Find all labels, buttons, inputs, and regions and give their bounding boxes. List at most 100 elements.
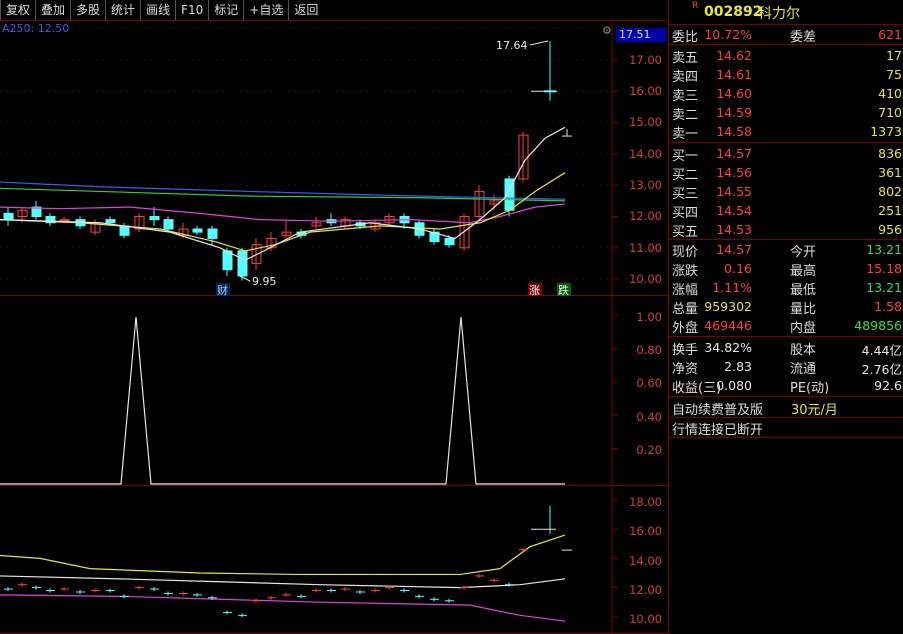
bid-row: 买三 14.55 802 (669, 182, 903, 202)
middle-band (0, 575, 566, 589)
stat-value: 1.11% (712, 280, 752, 295)
y-tick-label: 17.00 (629, 53, 662, 67)
stat-value: 15.18 (866, 261, 902, 276)
bid-label: 买五 (672, 225, 699, 240)
stat-value: 1.58 (874, 299, 902, 314)
stock-r-mark: R (692, 1, 699, 11)
bid-row: 买四 14.54 251 (669, 201, 903, 221)
stat-row: 涨幅 1.11% 最低 13.21 (669, 278, 903, 298)
stat-label: PE(动) (790, 381, 830, 396)
bid-volume: 836 (878, 146, 902, 161)
stock-code[interactable]: 002892 (704, 4, 762, 20)
upper-band (0, 534, 566, 576)
stock-name[interactable]: 科力尔 (758, 3, 800, 23)
stat2-row: 净资 2.83 流通 2.76亿 (669, 357, 903, 377)
toolbar-button-4[interactable]: 画线 (140, 0, 176, 20)
candle-body (207, 228, 218, 239)
ask-volume: 75 (886, 67, 902, 82)
finance-marker: 财 (217, 283, 228, 296)
stat-label: 外盘 (672, 321, 699, 336)
stat-value: 13.21 (866, 280, 902, 295)
ask-price: 14.61 (716, 67, 752, 82)
stat-label: 最低 (790, 283, 817, 298)
bid-price: 14.55 (716, 184, 752, 199)
ask-label: 卖五 (672, 51, 699, 66)
stat-label: 今开 (790, 245, 817, 260)
bid-price: 14.53 (716, 222, 752, 237)
candle-body (3, 212, 14, 221)
stat-value: 2.83 (724, 359, 752, 374)
toolbar-button-3[interactable]: 统计 (105, 0, 141, 20)
annotation-arrow (529, 40, 549, 46)
y-tick-label: 1.00 (636, 310, 662, 324)
ask-label: 卖四 (672, 70, 699, 85)
candle-body (119, 225, 130, 236)
ask-row: 卖一 14.58 1373 (669, 122, 903, 142)
ask-price: 14.60 (716, 86, 752, 101)
y-tick-label: 11.00 (629, 241, 662, 255)
toolbar-button-5[interactable]: F10 (175, 0, 209, 20)
weibi-row: 委比 10.72% 委差 621 (669, 25, 903, 45)
promo-row[interactable]: 自动续费普及版 30元/月 (669, 398, 903, 418)
y-tick-label: 12.00 (629, 583, 662, 597)
y-tick-label: 15.00 (629, 115, 662, 129)
ask-volume: 410 (878, 86, 902, 101)
stat-label: 股本 (790, 343, 817, 358)
ask-row: 卖五 14.62 17 (669, 46, 903, 66)
ask-label: 卖二 (672, 108, 699, 123)
divider (669, 44, 903, 45)
stat-row: 外盘 469446 内盘 489856 (669, 316, 903, 336)
bid-label: 买三 (672, 187, 699, 202)
bid-row: 买五 14.53 956 (669, 220, 903, 240)
divider (669, 142, 903, 143)
stat-label: 换手 (672, 343, 699, 358)
y-tick-label: 0.80 (636, 343, 662, 357)
y-tick-label: 14.00 (629, 554, 662, 568)
stat-label: 总量 (672, 302, 699, 317)
stat-value: 13.21 (866, 242, 902, 257)
indicator-line (0, 316, 565, 485)
ask-row: 卖三 14.60 410 (669, 84, 903, 104)
candle-body (59, 219, 70, 222)
lower-band (0, 594, 566, 622)
lower-band-chart[interactable] (0, 486, 668, 634)
toolbar-button-0[interactable]: 复权 (0, 0, 36, 20)
y-tick-label: 10.00 (629, 272, 662, 286)
stat-value: 489856 (854, 318, 902, 333)
y-tick-label: 0.40 (636, 410, 662, 424)
y-tick-label: 13.00 (629, 178, 662, 192)
bid-volume: 802 (878, 184, 902, 199)
candle-body (149, 216, 160, 221)
toolbar-button-1[interactable]: 叠加 (35, 0, 71, 20)
indicator-chart[interactable] (0, 296, 668, 486)
status-row: 行情连接已断开 (669, 418, 903, 438)
ma120-line (0, 187, 566, 202)
bid-price: 14.54 (716, 203, 752, 218)
weicha-label: 委差 (790, 30, 817, 45)
candlestick-chart[interactable]: 17.64 9.95 财 涨 跌 (0, 21, 668, 296)
stock-header: R 002892 科力尔 (669, 0, 903, 24)
y-tick-label: 14.00 (629, 147, 662, 161)
bid-label: 买四 (672, 206, 699, 221)
ask-price: 14.62 (716, 48, 752, 63)
candle-body (444, 237, 455, 246)
toolbar-button-8[interactable]: 返回 (288, 0, 324, 20)
y-tick-label: 18.00 (629, 495, 662, 509)
toolbar-button-6[interactable]: 标记 (208, 0, 244, 20)
ask-label: 卖一 (672, 127, 699, 142)
bid-volume: 361 (878, 165, 902, 180)
stat-value: 0.080 (716, 378, 752, 393)
toolbar-button-7[interactable]: +自选 (243, 0, 289, 20)
stat-label: 净资 (672, 362, 699, 377)
promo-price[interactable]: 30元/月 (791, 399, 838, 418)
toolbar-button-2[interactable]: 多股 (70, 0, 106, 20)
stat-value: 92.6 (874, 378, 902, 393)
ask-volume: 710 (878, 105, 902, 120)
stat-value: 0.16 (724, 261, 752, 276)
divider (669, 437, 903, 438)
ask-price: 14.59 (716, 105, 752, 120)
stat-value: 14.57 (716, 242, 752, 257)
y-tick-label: 16.00 (629, 84, 662, 98)
promo-text[interactable]: 自动续费普及版 (672, 399, 763, 418)
stat-value: 469446 (704, 318, 752, 333)
